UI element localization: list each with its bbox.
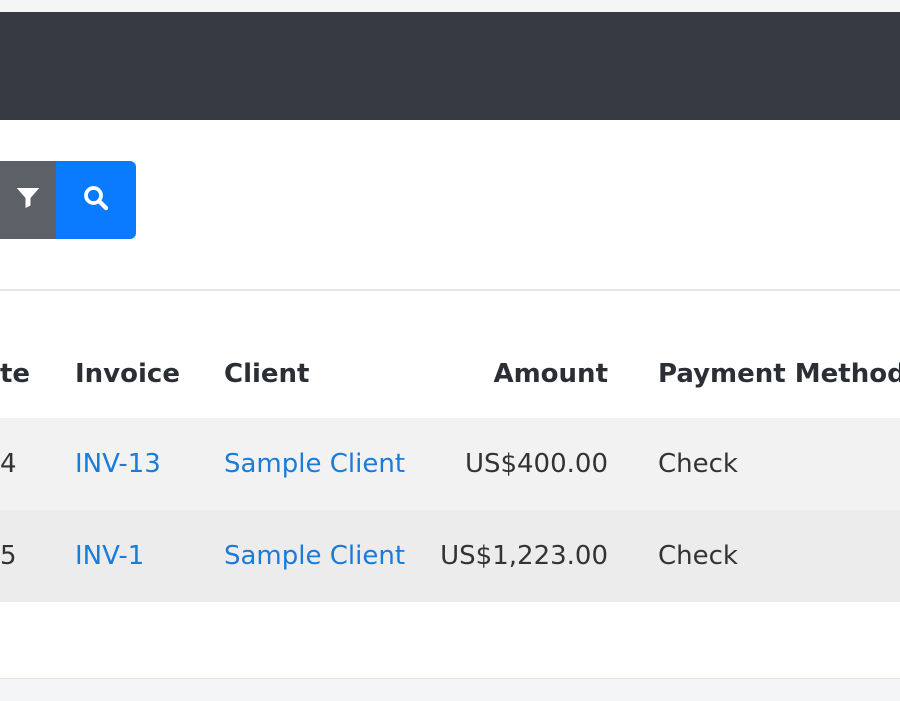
table-row: 4 INV-13 Sample Client US$400.00 Check [0, 418, 900, 510]
payment-amount: US$400.00 [464, 449, 608, 479]
table-row: 5 INV-1 Sample Client US$1,223.00 Check [0, 510, 900, 602]
payment-date: 4 [0, 449, 17, 479]
invoice-link[interactable]: INV-13 [75, 418, 161, 510]
search-icon [81, 183, 111, 217]
filter-icon [13, 183, 43, 217]
payment-method: Check [658, 541, 738, 571]
payment-method: Check [658, 449, 738, 479]
column-header-date[interactable]: te [0, 330, 30, 418]
column-header-payment-method[interactable]: Payment Method [658, 330, 900, 418]
column-header-client[interactable]: Client [224, 330, 309, 418]
payment-date: 5 [0, 541, 17, 571]
footer-strip [0, 678, 900, 701]
payment-amount: US$1,223.00 [440, 541, 608, 571]
app-header-bar [0, 12, 900, 120]
client-link[interactable]: Sample Client [224, 510, 405, 602]
column-header-amount[interactable]: Amount [400, 330, 608, 418]
column-header-invoice[interactable]: Invoice [75, 330, 180, 418]
client-link[interactable]: Sample Client [224, 418, 405, 510]
section-divider [0, 289, 900, 291]
filter-button[interactable] [0, 161, 56, 239]
toolbar [0, 161, 136, 239]
top-strip [0, 0, 900, 12]
search-button[interactable] [56, 161, 136, 239]
payments-table: te Invoice Client Amount Payment Method … [0, 330, 900, 602]
table-header-row: te Invoice Client Amount Payment Method [0, 330, 900, 418]
invoice-link[interactable]: INV-1 [75, 510, 144, 602]
